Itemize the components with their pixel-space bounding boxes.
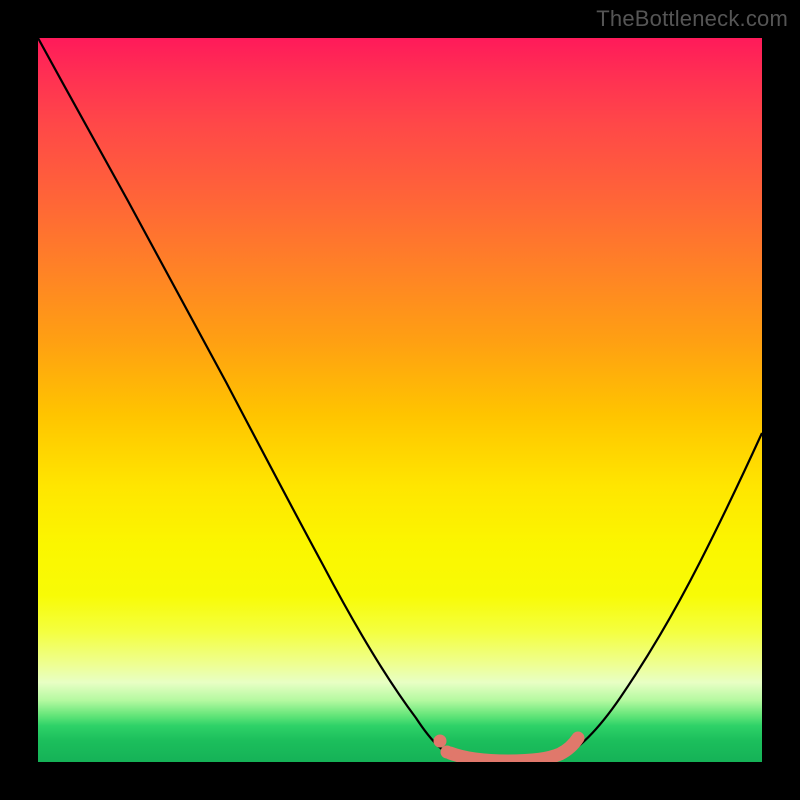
curve-right-branch [560, 433, 762, 758]
curve-left-branch [38, 38, 458, 758]
curve-layer [38, 38, 762, 762]
highlight-dot-1 [434, 735, 447, 748]
highlight-dot-2 [441, 746, 454, 759]
valley-highlight [450, 738, 578, 761]
chart-frame: TheBottleneck.com [0, 0, 800, 800]
plot-area [38, 38, 762, 762]
watermark-text: TheBottleneck.com [596, 6, 788, 32]
